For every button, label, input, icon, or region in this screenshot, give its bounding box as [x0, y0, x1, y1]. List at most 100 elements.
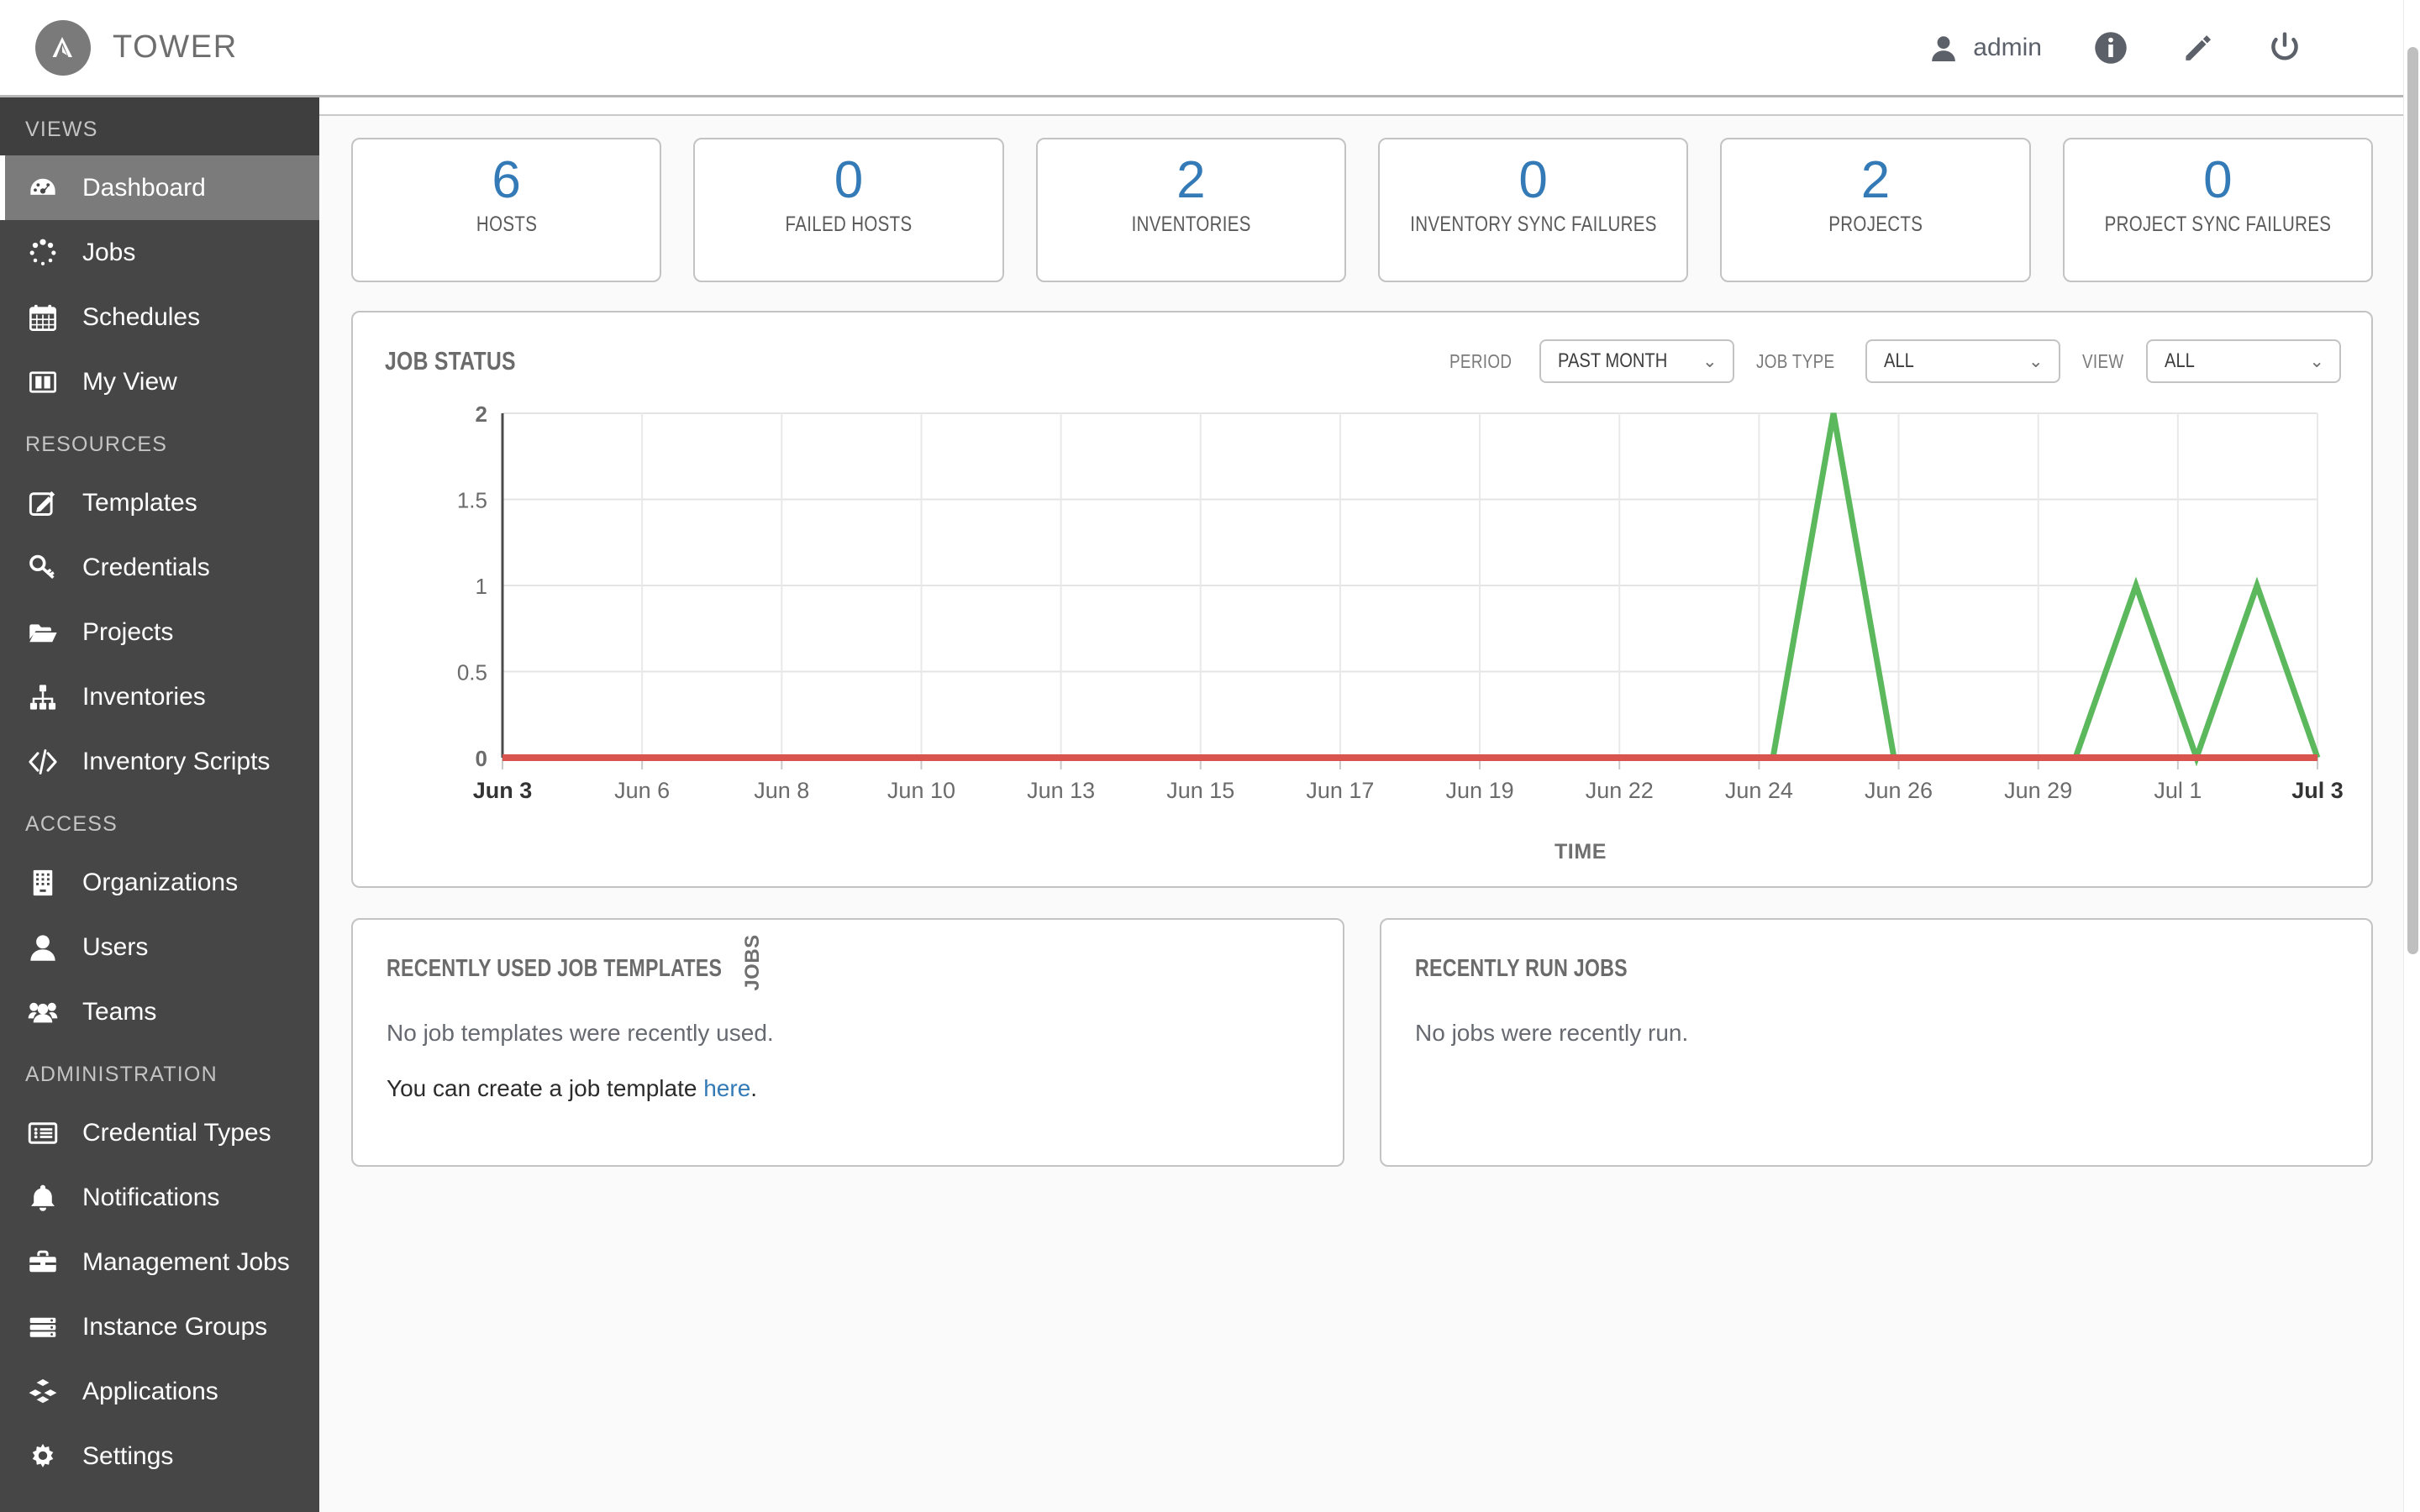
- select-value: PAST MONTH: [1558, 349, 1667, 373]
- breadcrumb-strip: [319, 97, 2403, 116]
- stat-value: 0: [834, 153, 863, 207]
- sidebar-item-label: Inventory Scripts: [82, 748, 270, 776]
- sidebar-item-credentials[interactable]: Credentials: [0, 535, 319, 600]
- sidebar-item-settings[interactable]: Settings: [0, 1424, 319, 1488]
- top-bar: TOWER admin: [0, 0, 2403, 97]
- sidebar-item-users[interactable]: Users: [0, 915, 319, 979]
- power-icon[interactable]: [2267, 30, 2302, 66]
- users-group-icon: [25, 995, 60, 1030]
- edit-square-icon: [25, 486, 60, 521]
- svg-text:2: 2: [476, 402, 487, 427]
- sidebar-item-templates[interactable]: Templates: [0, 470, 319, 535]
- recently-run-jobs-title: RECENTLY RUN JOBS: [1415, 955, 2153, 983]
- sidebar-item-organizations[interactable]: Organizations: [0, 850, 319, 915]
- sidebar-item-notifications[interactable]: Notifications: [0, 1165, 319, 1230]
- user-name: admin: [1973, 34, 2042, 62]
- svg-text:Jun 3: Jun 3: [473, 778, 533, 803]
- stat-card-inventory-sync-failures[interactable]: 0INVENTORY SYNC FAILURES: [1378, 138, 1688, 282]
- sidebar-item-teams[interactable]: Teams: [0, 979, 319, 1044]
- sidebar-item-management-jobs[interactable]: Management Jobs: [0, 1230, 319, 1294]
- sidebar-section-views: VIEWS: [0, 97, 319, 155]
- sidebar-item-inventories[interactable]: Inventories: [0, 664, 319, 729]
- svg-text:0: 0: [476, 746, 487, 771]
- dashboard-icon: [25, 171, 60, 206]
- stat-label: INVENTORY SYNC FAILURES: [1410, 213, 1656, 238]
- chevron-down-icon: ⌄: [2309, 353, 2324, 370]
- sidebar-item-projects[interactable]: Projects: [0, 600, 319, 664]
- sidebar-item-label: My View: [82, 368, 177, 396]
- page-scrollbar[interactable]: [2403, 0, 2420, 1512]
- recently-run-jobs-card: RECENTLY RUN JOBS No jobs were recently …: [1380, 918, 2373, 1167]
- brand[interactable]: TOWER: [0, 20, 238, 76]
- svg-text:Jun 8: Jun 8: [754, 778, 809, 803]
- ansible-logo-icon: [35, 20, 91, 76]
- building-icon: [25, 865, 60, 900]
- sidebar-item-label: Notifications: [82, 1184, 219, 1212]
- svg-text:Jun 24: Jun 24: [1725, 778, 1793, 803]
- svg-text:1.5: 1.5: [457, 488, 487, 513]
- brand-name: TOWER: [113, 29, 238, 66]
- recently-used-templates-card: RECENTLY USED JOB TEMPLATES No job templ…: [351, 918, 1344, 1167]
- sidebar-item-schedules[interactable]: Schedules: [0, 285, 319, 349]
- chevron-down-icon: ⌄: [2028, 353, 2044, 370]
- svg-text:Jun 29: Jun 29: [2004, 778, 2072, 803]
- svg-text:Jun 13: Jun 13: [1027, 778, 1095, 803]
- stat-cards-row: 6HOSTS0FAILED HOSTS2INVENTORIES0INVENTOR…: [351, 138, 2373, 282]
- sidebar-item-label: Jobs: [82, 239, 135, 267]
- calendar-icon: [25, 300, 60, 335]
- list-alt-icon: [25, 1116, 60, 1151]
- sidebar: VIEWSDashboardJobsSchedulesMy ViewRESOUR…: [0, 97, 319, 1512]
- stat-card-inventories[interactable]: 2INVENTORIES: [1036, 138, 1346, 282]
- code-icon: [25, 744, 60, 780]
- svg-text:0.5: 0.5: [457, 660, 487, 685]
- sidebar-item-applications[interactable]: Applications: [0, 1359, 319, 1424]
- create-template-link[interactable]: here: [703, 1075, 750, 1101]
- briefcase-icon: [25, 1245, 60, 1280]
- sidebar-item-label: Teams: [82, 998, 156, 1026]
- sidebar-item-jobs[interactable]: Jobs: [0, 220, 319, 285]
- sidebar-item-credential-types[interactable]: Credential Types: [0, 1100, 319, 1165]
- book-icon[interactable]: [2180, 30, 2215, 66]
- cubes-icon: [25, 1374, 60, 1410]
- sidebar-item-label: Management Jobs: [82, 1248, 290, 1277]
- svg-text:Jun 26: Jun 26: [1865, 778, 1933, 803]
- period-select[interactable]: PAST MONTH ⌄: [1539, 339, 1734, 383]
- user-menu[interactable]: admin: [1929, 34, 2042, 62]
- page-title: JOB STATUS: [385, 346, 516, 376]
- svg-text:1: 1: [476, 574, 487, 599]
- job-type-select[interactable]: ALL ⌄: [1865, 339, 2060, 383]
- stat-card-project-sync-failures[interactable]: 0PROJECT SYNC FAILURES: [2063, 138, 2373, 282]
- chevron-down-icon: ⌄: [1702, 353, 1718, 370]
- create-template-suffix: .: [750, 1075, 757, 1101]
- server-icon: [25, 1310, 60, 1345]
- job-status-panel: JOB STATUS PERIODPAST MONTH⌄JOB TYPEALL⌄…: [351, 311, 2373, 888]
- info-circle-icon[interactable]: [2094, 31, 2128, 65]
- sidebar-item-label: Instance Groups: [82, 1313, 267, 1341]
- view-select[interactable]: ALL⌄: [2146, 339, 2341, 383]
- sidebar-item-label: Inventories: [82, 683, 206, 711]
- select-value: ALL: [1884, 349, 1914, 373]
- stat-card-failed-hosts[interactable]: 0FAILED HOSTS: [693, 138, 1003, 282]
- stat-label: PROJECTS: [1828, 213, 1923, 238]
- sidebar-item-label: Settings: [82, 1442, 173, 1471]
- stat-card-projects[interactable]: 2PROJECTS: [1720, 138, 2030, 282]
- control-period: PERIODPAST MONTH⌄: [1449, 339, 1734, 383]
- sidebar-item-label: Credentials: [82, 554, 210, 582]
- stat-card-hosts[interactable]: 6HOSTS: [351, 138, 661, 282]
- stat-value: 6: [492, 153, 520, 207]
- sidebar-item-inventory-scripts[interactable]: Inventory Scripts: [0, 729, 319, 794]
- svg-text:Jul 1: Jul 1: [2154, 778, 2202, 803]
- stat-label: INVENTORIES: [1131, 213, 1250, 238]
- sidebar-item-instance-groups[interactable]: Instance Groups: [0, 1294, 319, 1359]
- sidebar-item-label: Schedules: [82, 303, 200, 332]
- job-status-controls: PERIODPAST MONTH⌄JOB TYPEALL⌄VIEWALL⌄: [1449, 339, 2341, 383]
- sidebar-item-my-view[interactable]: My View: [0, 349, 319, 414]
- sidebar-item-dashboard[interactable]: Dashboard: [0, 155, 319, 220]
- control-label: VIEW: [2082, 350, 2124, 373]
- sidebar-item-label: Projects: [82, 618, 173, 647]
- scrollbar-thumb[interactable]: [2407, 47, 2418, 954]
- create-template-prefix: You can create a job template: [387, 1075, 703, 1101]
- control-job-type: JOB TYPEALL⌄: [1756, 339, 2060, 383]
- columns-icon: [25, 365, 60, 400]
- user-icon: [1929, 34, 1958, 62]
